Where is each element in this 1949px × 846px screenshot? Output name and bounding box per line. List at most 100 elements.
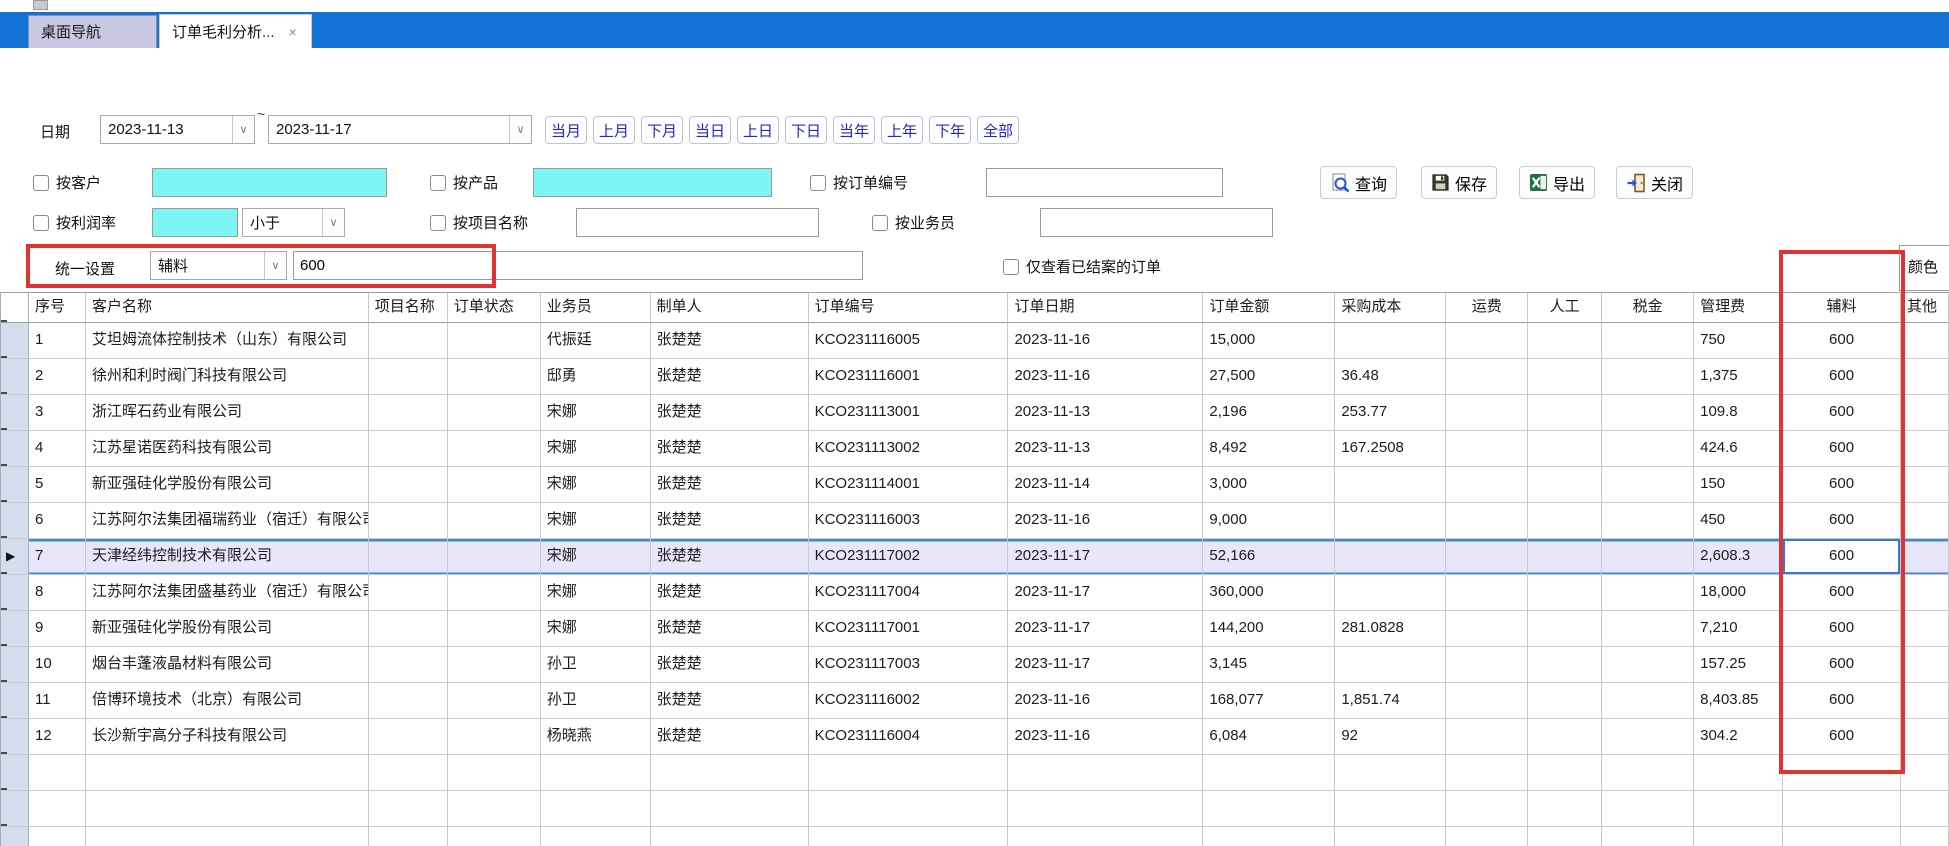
table-cell[interactable]: [448, 575, 541, 611]
table-cell[interactable]: [1783, 791, 1901, 827]
table-cell[interactable]: 宋娜: [541, 503, 651, 539]
table-cell[interactable]: [1694, 827, 1783, 846]
table-cell[interactable]: [1901, 359, 1949, 395]
table-cell[interactable]: [448, 539, 541, 575]
table-cell[interactable]: 144,200: [1203, 611, 1335, 647]
by-profit-rate-checkbox[interactable]: [33, 215, 49, 231]
table-cell[interactable]: [1008, 791, 1203, 827]
table-cell[interactable]: [448, 611, 541, 647]
table-cell[interactable]: KCO231116002: [809, 683, 1009, 719]
table-cell[interactable]: [448, 755, 541, 791]
table-cell[interactable]: [369, 431, 448, 467]
table-cell[interactable]: 张楚楚: [651, 575, 809, 611]
table-cell[interactable]: [1446, 431, 1528, 467]
table-cell[interactable]: [1528, 719, 1602, 755]
table-cell[interactable]: 600: [1783, 431, 1901, 467]
row-marker[interactable]: [1, 575, 29, 611]
table-cell[interactable]: 9: [29, 611, 86, 647]
table-cell[interactable]: 360,000: [1203, 575, 1335, 611]
table-cell[interactable]: 宋娜: [541, 467, 651, 503]
table-cell[interactable]: [369, 575, 448, 611]
table-cell[interactable]: 253.77: [1335, 395, 1446, 431]
table-cell[interactable]: [1446, 647, 1528, 683]
table-cell[interactable]: [1602, 683, 1694, 719]
row-marker[interactable]: [1, 827, 29, 846]
table-cell[interactable]: [1528, 503, 1602, 539]
chevron-down-icon[interactable]: ∨: [264, 252, 286, 279]
table-cell[interactable]: 7,210: [1694, 611, 1783, 647]
unified-value-input[interactable]: [293, 251, 863, 280]
row-marker[interactable]: [1, 467, 29, 503]
by-order-no-checkbox[interactable]: [810, 175, 826, 191]
table-cell[interactable]: [369, 323, 448, 359]
table-cell[interactable]: [1602, 719, 1694, 755]
table-cell[interactable]: [1203, 791, 1335, 827]
table-cell[interactable]: 109.8: [1694, 395, 1783, 431]
table-cell[interactable]: 2023-11-13: [1008, 431, 1203, 467]
table-cell[interactable]: [369, 719, 448, 755]
column-header[interactable]: 序号: [29, 293, 86, 323]
table-cell[interactable]: 宋娜: [541, 395, 651, 431]
table-cell[interactable]: [1335, 323, 1446, 359]
table-cell[interactable]: [448, 647, 541, 683]
date-from-combo[interactable]: 2023-11-13 ∨: [100, 115, 255, 144]
row-marker[interactable]: [1, 611, 29, 647]
table-cell[interactable]: 艾坦姆流体控制技术（山东）有限公司: [86, 323, 369, 359]
table-cell[interactable]: 2023-11-16: [1008, 719, 1203, 755]
column-header[interactable]: 运费: [1446, 293, 1528, 323]
table-cell[interactable]: 2023-11-16: [1008, 323, 1203, 359]
table-cell[interactable]: [1901, 791, 1949, 827]
table-cell[interactable]: 2023-11-17: [1008, 611, 1203, 647]
table-cell[interactable]: 杨晓燕: [541, 719, 651, 755]
table-cell[interactable]: 168,077: [1203, 683, 1335, 719]
column-header[interactable]: 客户名称: [86, 293, 369, 323]
table-cell[interactable]: 2,608.3: [1694, 539, 1783, 575]
table-cell[interactable]: [1446, 359, 1528, 395]
table-cell[interactable]: 600: [1783, 359, 1901, 395]
table-cell[interactable]: 张楚楚: [651, 611, 809, 647]
table-cell[interactable]: 281.0828: [1335, 611, 1446, 647]
table-cell[interactable]: [1901, 827, 1949, 846]
table-cell[interactable]: [86, 755, 369, 791]
table-cell[interactable]: 1,375: [1694, 359, 1783, 395]
table-cell[interactable]: 张楚楚: [651, 431, 809, 467]
table-cell[interactable]: [448, 323, 541, 359]
table-cell[interactable]: [1901, 575, 1949, 611]
column-header[interactable]: 税金: [1602, 293, 1694, 323]
table-cell[interactable]: [1446, 791, 1528, 827]
by-salesman-checkbox[interactable]: [872, 215, 888, 231]
table-cell[interactable]: 2023-11-17: [1008, 575, 1203, 611]
column-header[interactable]: 项目名称: [369, 293, 448, 323]
table-cell[interactable]: 2,196: [1203, 395, 1335, 431]
column-header[interactable]: 其他: [1901, 293, 1949, 323]
row-marker[interactable]: [1, 683, 29, 719]
empty-row[interactable]: [1, 827, 1949, 846]
table-cell[interactable]: 424.6: [1694, 431, 1783, 467]
table-cell[interactable]: 304.2: [1694, 719, 1783, 755]
table-cell[interactable]: [1694, 755, 1783, 791]
table-cell[interactable]: KCO231116005: [809, 323, 1009, 359]
table-cell[interactable]: [1602, 323, 1694, 359]
table-row[interactable]: 11倍博环境技术（北京）有限公司孙卫张楚楚KCO2311160022023-11…: [1, 683, 1949, 719]
close-tab-icon[interactable]: ×: [289, 24, 297, 40]
table-cell[interactable]: [1203, 827, 1335, 846]
table-cell[interactable]: KCO231117004: [809, 575, 1009, 611]
table-row[interactable]: ▶7天津经纬控制技术有限公司宋娜张楚楚KCO2311170022023-11-1…: [1, 539, 1949, 575]
column-header[interactable]: 管理费: [1694, 293, 1783, 323]
table-cell[interactable]: 167.2508: [1335, 431, 1446, 467]
table-row[interactable]: 12长沙新宇高分子科技有限公司杨晓燕张楚楚KCO2311160042023-11…: [1, 719, 1949, 755]
chevron-down-icon[interactable]: ∨: [509, 116, 531, 143]
table-cell[interactable]: [1446, 827, 1528, 846]
table-cell[interactable]: [1602, 611, 1694, 647]
table-cell[interactable]: [369, 647, 448, 683]
order-no-input[interactable]: [986, 168, 1223, 197]
table-cell[interactable]: [86, 827, 369, 846]
table-cell[interactable]: [29, 827, 86, 846]
table-cell[interactable]: [1528, 827, 1602, 846]
table-cell[interactable]: [448, 467, 541, 503]
table-cell[interactable]: [448, 791, 541, 827]
row-marker[interactable]: [1, 755, 29, 791]
table-cell[interactable]: 长沙新宇高分子科技有限公司: [86, 719, 369, 755]
table-cell[interactable]: [1901, 431, 1949, 467]
table-cell[interactable]: [1528, 683, 1602, 719]
